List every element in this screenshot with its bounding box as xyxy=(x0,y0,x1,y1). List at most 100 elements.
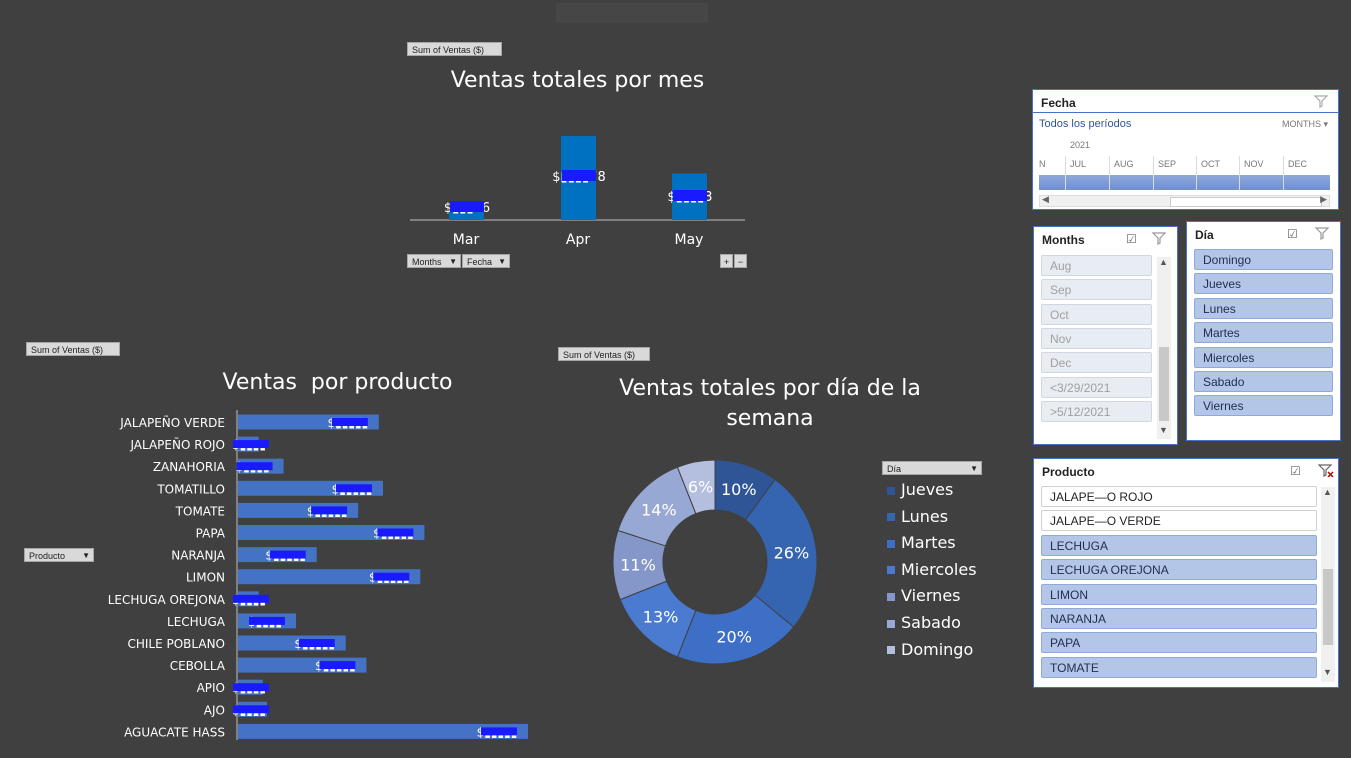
fecha-filter-button[interactable]: Fecha ▼ xyxy=(462,254,510,268)
legend-item: Lunes xyxy=(887,507,948,526)
y-tick-label: PAPA xyxy=(196,527,226,541)
clear-filter-icon[interactable] xyxy=(1313,94,1329,111)
timeline-month-label[interactable]: N xyxy=(1039,159,1046,169)
slicer-item[interactable]: JALAPE—O VERDE xyxy=(1041,510,1317,532)
sum-ventas-field-button-product[interactable]: Sum of Ventas ($) xyxy=(26,342,120,356)
slicer-item[interactable]: Sep xyxy=(1041,279,1152,301)
timeline-month-label[interactable]: NOV xyxy=(1244,159,1264,169)
slicer-item[interactable]: LECHUGA xyxy=(1041,534,1317,556)
slicer-item[interactable]: Miercoles xyxy=(1194,346,1333,368)
expand-field-button[interactable]: + xyxy=(720,254,733,268)
timeline-year: 2021 xyxy=(1070,140,1091,150)
scroll-down-arrow[interactable]: ▼ xyxy=(1323,667,1332,677)
timeline-month-label[interactable]: JUL xyxy=(1070,159,1086,169)
scroll-up-arrow[interactable]: ▲ xyxy=(1159,257,1168,267)
redaction-mark xyxy=(331,418,368,426)
slicer-item[interactable]: NARANJA xyxy=(1041,608,1317,629)
slicer-item[interactable]: Domingo xyxy=(1194,249,1333,270)
x-tick-label: Mar xyxy=(453,232,480,248)
redaction-mark xyxy=(233,594,269,603)
slicer-item[interactable]: Martes xyxy=(1194,322,1333,344)
slicer-item[interactable]: <3/29/2021 xyxy=(1041,376,1152,398)
multi-select-icon[interactable]: ☑ xyxy=(1126,232,1137,246)
slice-label: 26% xyxy=(774,543,810,562)
slicer-item[interactable]: LIMON xyxy=(1041,583,1317,605)
slicer-item[interactable]: LECHUGA OREJONA xyxy=(1041,559,1317,581)
legend-swatch xyxy=(887,539,895,548)
timeline-month-label[interactable]: AUG xyxy=(1114,159,1134,169)
slicer-item[interactable]: Oct xyxy=(1041,303,1152,325)
slicer-item[interactable]: Nov xyxy=(1041,327,1152,349)
y-tick-label: TOMATE xyxy=(175,504,225,518)
slicer-item[interactable]: PAPA xyxy=(1041,632,1317,654)
scroll-thumb[interactable] xyxy=(1159,347,1169,421)
sum-ventas-field-button-day[interactable]: Sum of Ventas ($) xyxy=(558,347,650,361)
months-filter-button[interactable]: Months ▼ xyxy=(407,254,461,268)
timeline-month-label[interactable]: OCT xyxy=(1201,159,1220,169)
clear-filter-icon[interactable] xyxy=(1317,463,1334,480)
redaction-mark xyxy=(673,190,707,201)
producto-slicer-scrollbar[interactable]: ▲ ▼ xyxy=(1321,487,1335,682)
day-doughnut-chart: 10% 26% 20% 13% 11% 14% 6% xyxy=(612,459,818,665)
product-bar-chart: JALAPEÑO VERDE$▮▮▮▮▮JALAPEÑO ROJO$▮▮▮▮ZA… xyxy=(108,410,528,740)
slice-label: 20% xyxy=(716,628,752,647)
y-tick-label: JALAPEÑO ROJO xyxy=(129,437,225,452)
timeline-month-label[interactable]: SEP xyxy=(1158,159,1176,169)
slicer-item[interactable]: Sabado xyxy=(1194,371,1333,392)
all-periods-label: Todos los períodos xyxy=(1039,118,1132,130)
slicer-item[interactable]: Viernes xyxy=(1194,395,1333,417)
timeline-scroll-right-arrow[interactable]: ▶ xyxy=(1320,194,1327,205)
timeline-divider xyxy=(1109,156,1110,190)
scroll-up-arrow[interactable]: ▲ xyxy=(1323,487,1332,497)
slicer-item[interactable]: Dec xyxy=(1041,352,1152,374)
multi-select-icon[interactable]: ☑ xyxy=(1290,464,1301,478)
clear-filter-icon[interactable] xyxy=(1314,226,1331,243)
timeline-bar[interactable] xyxy=(1039,175,1330,190)
legend-item: Domingo xyxy=(887,640,973,659)
slicer-item[interactable]: TOMATE xyxy=(1041,656,1317,678)
multi-select-icon[interactable]: ☑ xyxy=(1287,227,1298,241)
redaction-mark xyxy=(311,506,348,515)
timeline-scroll-thumb[interactable] xyxy=(1170,197,1322,207)
timeline-scrollbar[interactable]: ◀ ▶ xyxy=(1039,194,1330,207)
timeline-month-label[interactable]: DEC xyxy=(1288,159,1307,169)
timeline-divider xyxy=(1065,156,1066,190)
scroll-down-arrow[interactable]: ▼ xyxy=(1159,425,1168,435)
x-tick-label: May xyxy=(675,232,704,248)
slicer-item[interactable]: >5/12/2021 xyxy=(1041,400,1152,422)
dia-slicer[interactable]: Día ☑ Domingo Jueves Lunes Martes Miercoles S… xyxy=(1186,221,1341,441)
dia-legend-filter-button[interactable]: Día ▼ xyxy=(882,461,982,475)
fecha-timeline-slicer[interactable]: Fecha Todos los períodos MONTHS ▾ 2021 ◀… xyxy=(1032,89,1339,210)
scroll-thumb[interactable] xyxy=(1323,569,1333,645)
time-level-dropdown[interactable]: MONTHS ▾ xyxy=(1282,119,1328,130)
slicer-item[interactable]: Aug xyxy=(1041,255,1152,276)
timeline-divider xyxy=(1283,156,1284,190)
collapse-field-button[interactable]: − xyxy=(734,254,747,268)
legend-label: Martes xyxy=(901,533,956,553)
legend-swatch xyxy=(887,513,895,522)
slicer-item[interactable]: Jueves xyxy=(1194,273,1333,295)
legend-label: Miercoles xyxy=(901,559,977,579)
producto-filter-button[interactable]: Producto ▼ xyxy=(24,548,94,562)
sum-ventas-field-button[interactable]: Sum of Ventas ($) xyxy=(407,42,502,56)
day-chart-title: Ventas totales por día de la semana xyxy=(590,374,950,434)
monthly-bar-chart: Mar$▮▮▮46Apr$▮▮▮▮78May$▮▮▮▮3 xyxy=(410,136,745,248)
legend-swatch xyxy=(887,486,895,495)
redaction-mark xyxy=(249,616,285,625)
months-slicer-scrollbar[interactable]: ▲ ▼ xyxy=(1157,257,1171,439)
legend-label: Viernes xyxy=(901,586,961,606)
legend-label: Lunes xyxy=(901,506,949,526)
legend-label: Domingo xyxy=(901,639,974,659)
redaction-mark xyxy=(373,572,410,581)
y-tick-label: NARANJA xyxy=(171,549,226,563)
producto-slicer[interactable]: Producto ☑ ▲ ▼ JALAPE—O ROJO JALAPE—O VER… xyxy=(1033,458,1339,688)
slicer-item[interactable]: JALAPE—O ROJO xyxy=(1041,486,1317,507)
months-slicer[interactable]: Months ☑ ▲ ▼ Aug Sep Oct Nov Dec <3/29/2021 >5… xyxy=(1033,226,1178,445)
legend-label: Jueves xyxy=(901,480,954,499)
redaction-mark xyxy=(336,484,372,493)
top-formula-bar xyxy=(556,3,708,23)
legend-swatch xyxy=(887,646,895,655)
timeline-scroll-left-arrow[interactable]: ◀ xyxy=(1042,194,1049,205)
clear-filter-icon[interactable] xyxy=(1151,231,1168,248)
slicer-item[interactable]: Lunes xyxy=(1194,297,1333,319)
